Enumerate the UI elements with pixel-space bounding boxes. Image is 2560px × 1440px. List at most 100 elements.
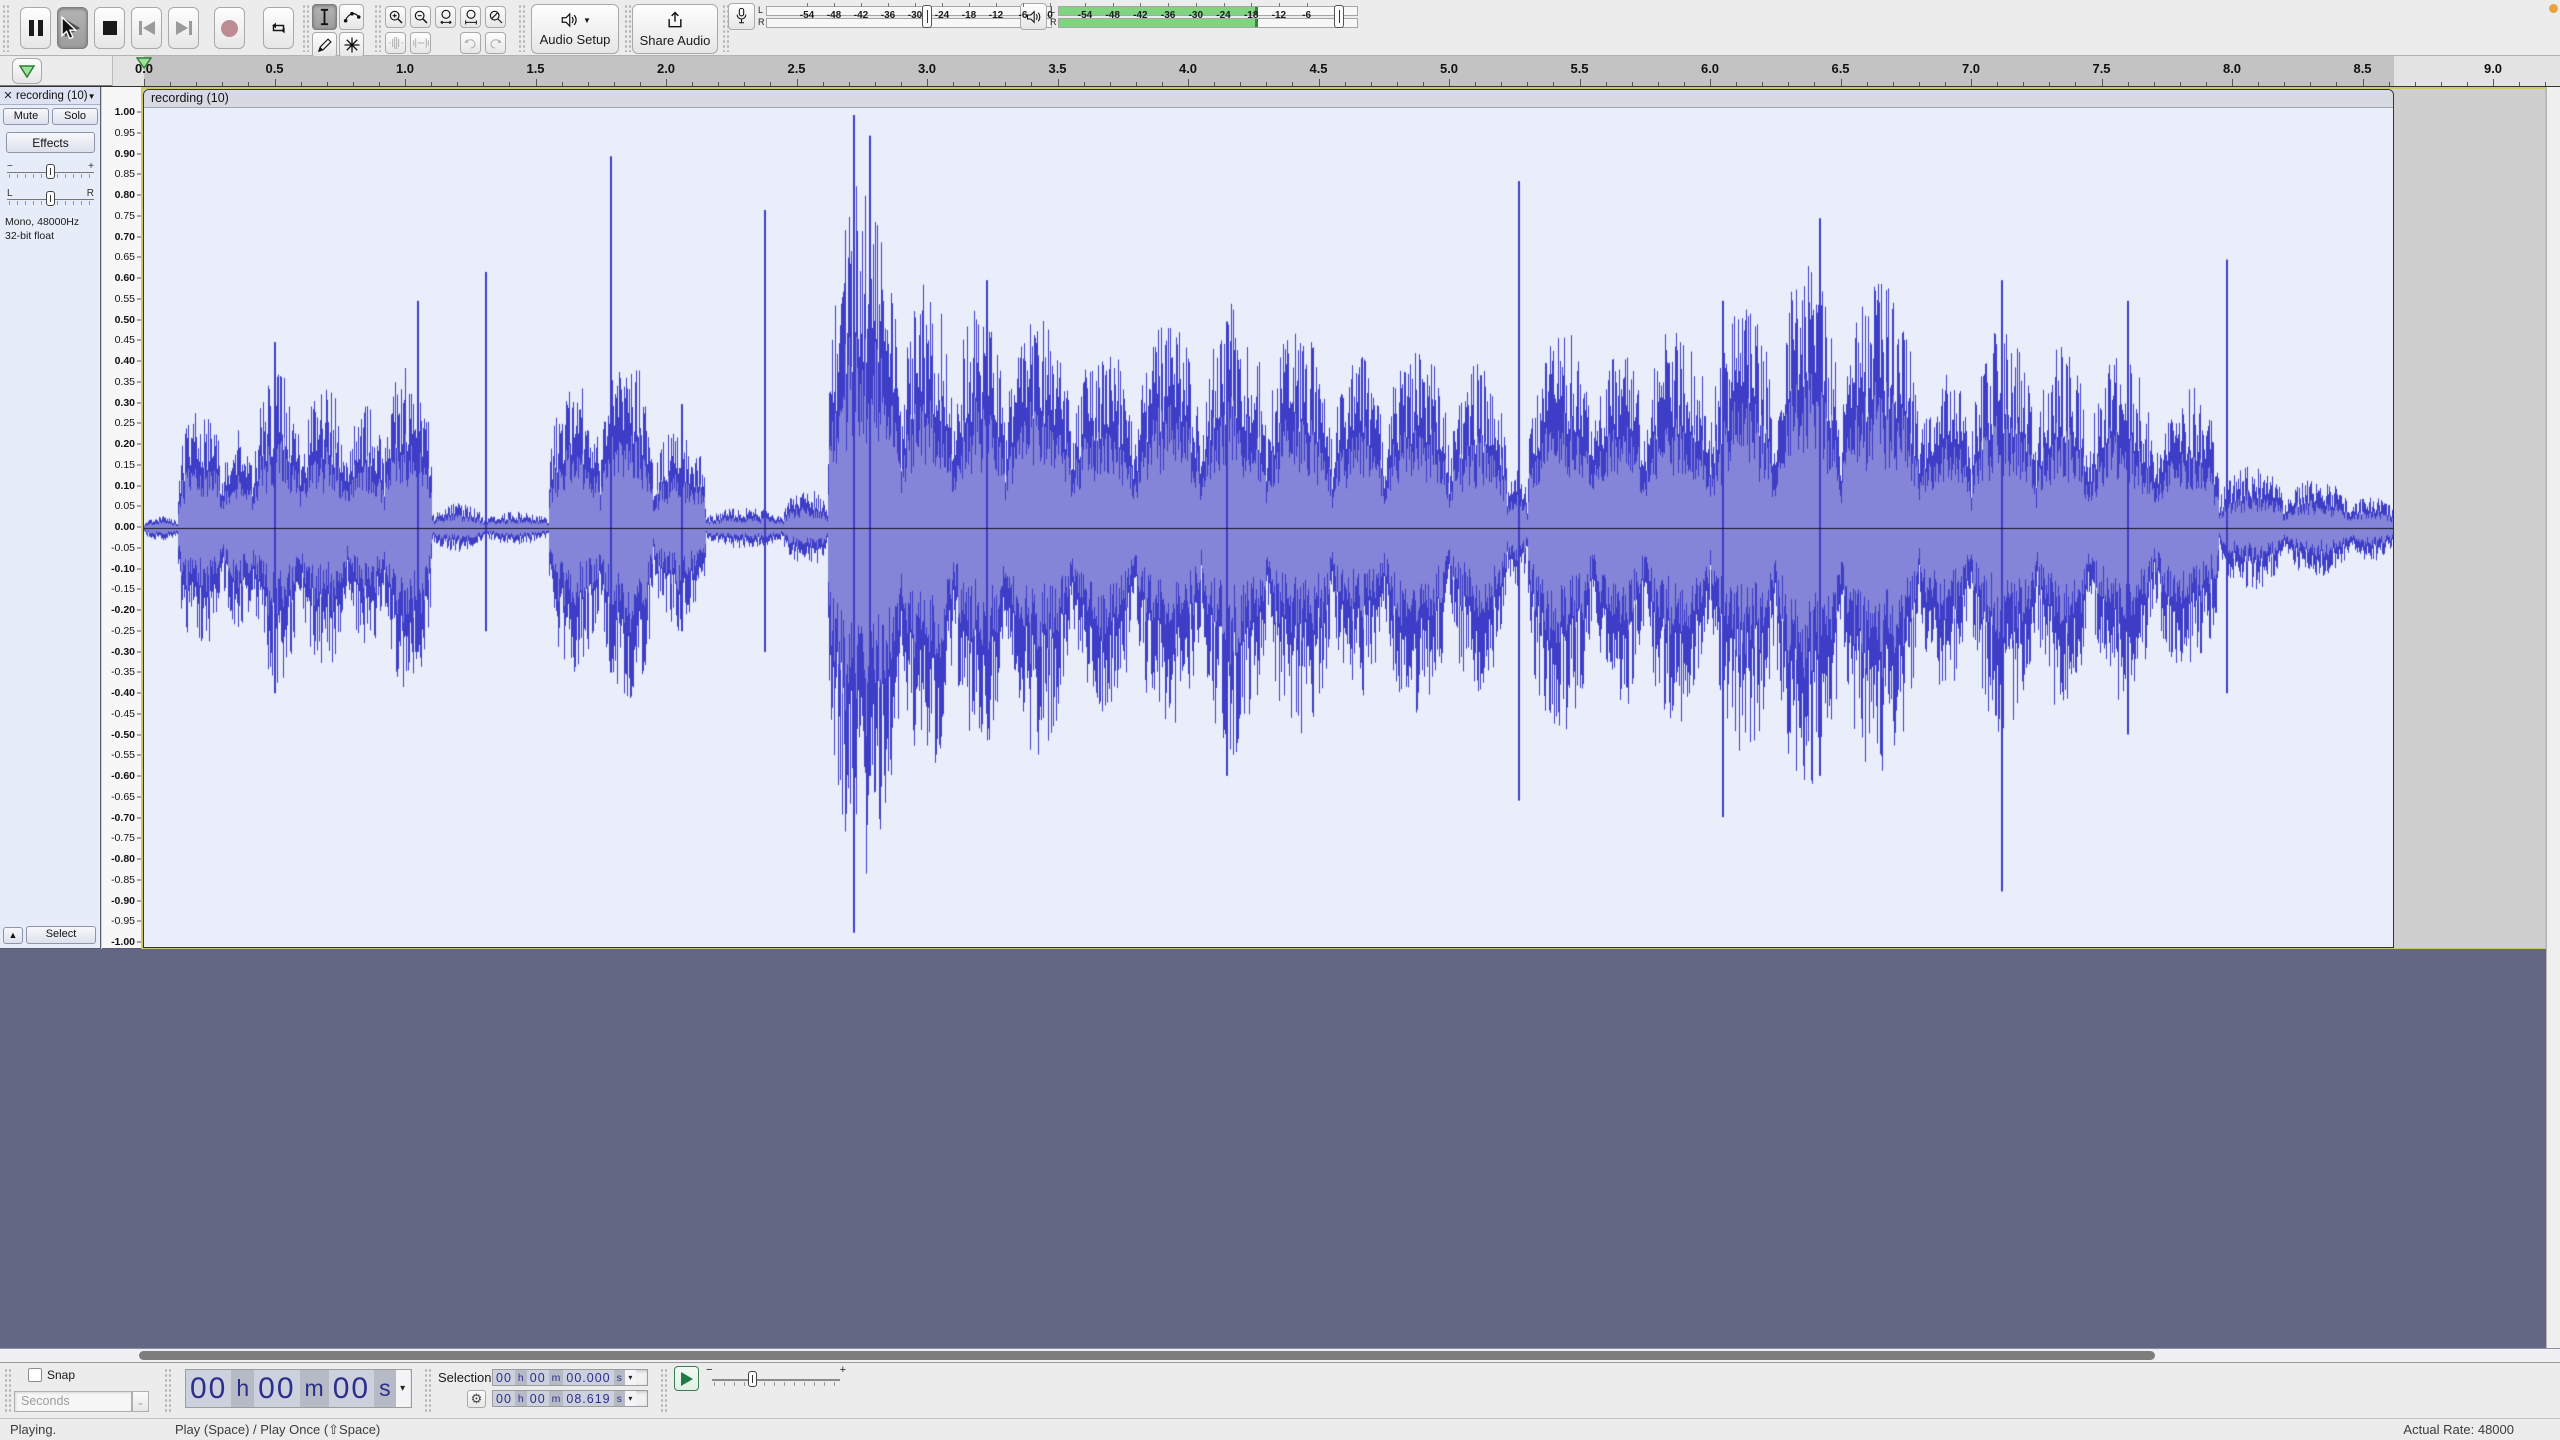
- time-digit-group[interactable]: 00: [527, 1391, 549, 1406]
- meter-tick: [1279, 3, 1280, 7]
- toolbar-grip[interactable]: [164, 1368, 171, 1414]
- vertical-scale-label: -0.45: [111, 708, 135, 720]
- zoom-toggle-button[interactable]: [485, 6, 506, 28]
- timeline-tick: [2493, 79, 2494, 86]
- track-name-menu[interactable]: recording (10)▼: [16, 90, 100, 102]
- snap-mode-select[interactable]: Seconds: [14, 1391, 132, 1412]
- pan-slider-thumb[interactable]: [46, 191, 55, 206]
- vertical-scale-ruler[interactable]: 1.000.950.900.850.800.750.700.650.600.55…: [102, 87, 142, 949]
- time-unit-label: m: [300, 1370, 329, 1407]
- playback-meter[interactable]: L R -54-48-42-36-30-24-18-12-6: [1020, 3, 1365, 31]
- actual-rate: Actual Rate: 48000: [2403, 1422, 2514, 1437]
- toolbar-grip[interactable]: [4, 1368, 11, 1414]
- meter-tick: [969, 3, 970, 7]
- toolbar-grip[interactable]: [424, 1368, 431, 1414]
- time-digit-group[interactable]: 00: [329, 1370, 374, 1407]
- record-volume-slider[interactable]: [922, 5, 932, 28]
- timeline-label: 0.5: [265, 61, 283, 76]
- timeline-label: 9.0: [2484, 61, 2502, 76]
- skip-to-end-button[interactable]: [168, 7, 199, 49]
- redo-icon: [488, 37, 503, 50]
- horizontal-scrollbar-thumb[interactable]: [139, 1351, 2155, 1360]
- playhead-triangle-icon[interactable]: [136, 57, 152, 69]
- envelope-tool-button[interactable]: [339, 4, 364, 30]
- time-digit-group[interactable]: 00: [493, 1370, 515, 1385]
- meter-tick: [1113, 3, 1114, 7]
- track-control-panel[interactable]: ✕ recording (10)▼ Mute Solo Effects − + …: [0, 87, 101, 949]
- selection-end-field[interactable]: 00h00m08.619s▾: [492, 1390, 648, 1407]
- skip-to-start-button[interactable]: [131, 7, 162, 49]
- toolbar-grip[interactable]: [624, 4, 632, 52]
- snap-checkbox[interactable]: [28, 1368, 42, 1382]
- meter-tick-label: -6: [1302, 10, 1311, 21]
- recording-meter-mic-button[interactable]: [728, 3, 755, 30]
- draw-tool-button[interactable]: [312, 32, 337, 58]
- stop-button[interactable]: [94, 7, 125, 49]
- horizontal-scrollbar[interactable]: [0, 1348, 2560, 1362]
- dropdown-arrow-icon: ▼: [583, 16, 591, 25]
- meter-tick: [1168, 3, 1169, 7]
- time-format-dropdown-icon[interactable]: ▾: [625, 1370, 636, 1385]
- playback-volume-slider[interactable]: [1334, 5, 1344, 28]
- silence-audio-button[interactable]: [410, 32, 431, 54]
- waveform-canvas[interactable]: [144, 108, 2393, 946]
- time-digit-group[interactable]: 00: [254, 1370, 299, 1407]
- time-digit-group[interactable]: 08.619: [563, 1391, 613, 1406]
- vertical-scrollbar[interactable]: [2546, 87, 2560, 1348]
- zoom-project-button[interactable]: [460, 6, 481, 28]
- gain-slider[interactable]: − +: [7, 163, 94, 181]
- toolbar-grip[interactable]: [302, 4, 310, 52]
- play-at-speed-button[interactable]: [674, 1366, 699, 1391]
- multi-tool-button[interactable]: [339, 32, 364, 58]
- clip-title[interactable]: recording (10): [144, 90, 2393, 108]
- solo-button[interactable]: Solo: [52, 108, 98, 125]
- vertical-scale-label: -1.00: [111, 936, 135, 948]
- pause-button[interactable]: [20, 7, 51, 49]
- snap-mode-arrow-icon[interactable]: ⌄: [132, 1391, 149, 1412]
- audio-clip[interactable]: recording (10): [143, 89, 2394, 948]
- audio-setup-button[interactable]: ▼ Audio Setup: [531, 4, 619, 54]
- toolbar-grip[interactable]: [2, 4, 10, 52]
- record-button[interactable]: [214, 7, 245, 49]
- time-digit-group[interactable]: 00: [493, 1391, 515, 1406]
- pan-slider[interactable]: L R: [7, 190, 94, 208]
- time-digit-group[interactable]: 00: [186, 1370, 231, 1407]
- selection-start-field[interactable]: 00h00m00.000s▾: [492, 1369, 648, 1386]
- zoom-selection-button[interactable]: [435, 6, 456, 28]
- redo-button[interactable]: [485, 32, 506, 54]
- vertical-scale-label: 0.95: [115, 127, 135, 139]
- vertical-scale-label: -0.10: [111, 563, 135, 575]
- audio-position-field[interactable]: 00h00m00s▾: [185, 1369, 412, 1408]
- share-audio-button[interactable]: Share Audio: [632, 4, 718, 54]
- time-digit-group[interactable]: 00: [527, 1370, 549, 1385]
- meter-tick-label: -48: [1105, 10, 1119, 21]
- select-track-button[interactable]: Select: [26, 926, 96, 944]
- mute-button[interactable]: Mute: [3, 108, 49, 125]
- selection-settings-gear-icon[interactable]: ⚙: [467, 1390, 486, 1408]
- toolbar-grip[interactable]: [660, 1368, 667, 1414]
- zoom-in-button[interactable]: [385, 6, 406, 28]
- recording-meter[interactable]: L R -54-48-42-36-30-24-18-12-60: [728, 3, 1058, 31]
- selection-tool-button[interactable]: [312, 4, 337, 30]
- trim-audio-button[interactable]: [385, 32, 406, 54]
- track-format-line2: 32-bit float: [5, 229, 54, 243]
- speed-slider-thumb[interactable]: [748, 1371, 757, 1387]
- timeline-ruler[interactable]: 0.00.51.01.52.02.53.03.54.04.55.05.56.06…: [112, 56, 2560, 86]
- speed-max-label: +: [840, 1364, 846, 1376]
- zoom-out-button[interactable]: [410, 6, 431, 28]
- collapse-track-button[interactable]: ▲: [3, 927, 23, 944]
- playback-speed-slider[interactable]: − +: [706, 1366, 846, 1390]
- toolbar-grip[interactable]: [518, 4, 526, 52]
- effects-button[interactable]: Effects: [6, 132, 95, 153]
- pinned-playhead-button[interactable]: [12, 58, 42, 84]
- close-track-icon[interactable]: ✕: [0, 89, 16, 102]
- time-digit-group[interactable]: 00.000: [563, 1370, 613, 1385]
- time-format-dropdown-icon[interactable]: ▾: [396, 1370, 410, 1407]
- gain-slider-thumb[interactable]: [46, 164, 55, 179]
- timeline-tick: [2232, 79, 2233, 86]
- loop-button[interactable]: [263, 7, 294, 49]
- undo-button[interactable]: [460, 32, 481, 54]
- toolbar-grip[interactable]: [374, 4, 382, 52]
- time-unit-label: s: [614, 1370, 625, 1385]
- time-format-dropdown-icon[interactable]: ▾: [625, 1391, 636, 1406]
